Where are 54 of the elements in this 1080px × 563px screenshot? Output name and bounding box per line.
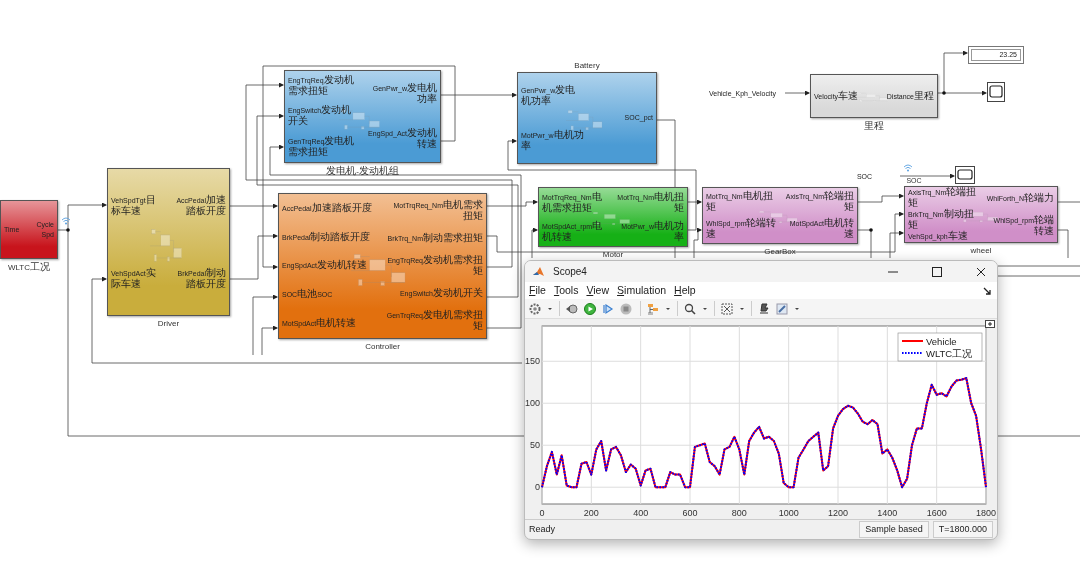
menu-item[interactable]: File [529,282,546,299]
time-readout: T=1800.000 [932,521,993,539]
expand-icon[interactable] [985,320,995,329]
menu-item[interactable]: Tools [553,282,579,299]
sample-mode-label: Sample based [859,521,929,539]
junction-dot [869,228,873,232]
status-text: Ready [529,523,555,536]
axis-tick-label: 1600 [926,508,947,519]
axis-tick-label: 400 [633,508,649,519]
axis-tick-label: 1400 [877,508,898,519]
axis-tick-label: 800 [731,508,747,519]
signal-tree-icon[interactable] [647,302,661,315]
legend-label: Vehicle [926,336,957,347]
junction-dot [942,91,946,95]
junction-dot [66,228,70,232]
settings-icon[interactable] [529,302,543,315]
menu-item[interactable]: Help [674,282,696,299]
scope-icon [987,82,1005,102]
block-title: Battery [574,60,600,71]
axis-tick-label: 1000 [778,508,799,519]
axis-tick-label: 1800 [976,508,996,519]
axis-tick-label: 600 [682,508,698,519]
axis-tick-label: 150 [525,356,540,367]
peak-icon [533,265,545,278]
block-caption: 发电机-发动机组 [326,165,399,177]
axis-tick-label: 100 [525,398,540,409]
axis-tick-label: 0 [535,482,540,493]
menu-item[interactable]: View [586,282,610,299]
block-caption: WLTC工况 [7,261,51,273]
signal-icon [903,163,913,172]
menu-item[interactable]: Simulation [617,282,667,299]
axis-tick-label: 0 [539,508,545,519]
signal-line [1057,201,1080,203]
axis-tick-label: 200 [583,508,599,519]
axis-tick-label: 1200 [828,508,848,519]
maximize-icon[interactable] [931,265,945,278]
block-caption: Driver [157,318,180,329]
signal-icon [61,216,71,225]
step-back-icon[interactable] [566,302,580,315]
pencil-icon[interactable] [776,302,790,315]
zoom-icon[interactable] [684,302,698,315]
block-caption: 里程 [864,120,884,132]
block-caption: GearBox [764,246,796,257]
window-title: Scope4 [553,265,587,280]
axis-tick-label: 50 [530,440,540,451]
block-caption: wheel [970,245,992,256]
scope-icon [955,166,975,184]
fit-view-icon[interactable] [721,302,735,315]
run-icon[interactable] [584,302,598,315]
block-caption: Controller [365,341,400,352]
stop-icon[interactable] [620,302,634,315]
legend-label: WLTC工况 [926,348,973,359]
block-caption: Motor [602,249,624,260]
stamp-icon[interactable] [758,302,772,315]
